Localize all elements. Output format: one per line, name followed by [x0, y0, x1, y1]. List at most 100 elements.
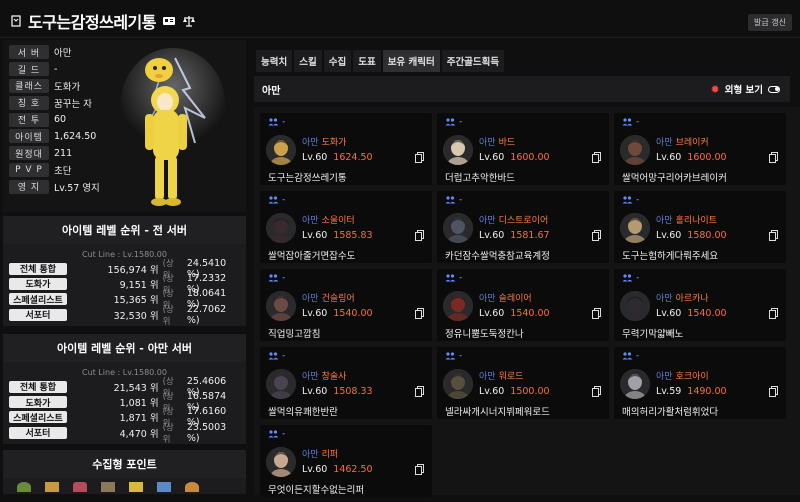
copy-icon[interactable]: [769, 386, 778, 397]
level-row: Lv.60 1580.00: [656, 230, 727, 241]
rank-panel-all-servers: 아이템 레벨 순위 - 전 서버 Cut Line : Lv.1580.00 전…: [3, 216, 246, 327]
card-class: 디스트로이어: [498, 216, 549, 226]
tab-item[interactable]: 주간골드획득: [441, 50, 505, 72]
leaf-icon[interactable]: [157, 482, 171, 493]
card-guild: -: [445, 117, 462, 127]
level-row: Lv.60 1462.50: [302, 464, 373, 475]
card-nickname: 넬라싸개시너지뷔페워로드: [445, 407, 550, 418]
island-icon[interactable]: [45, 482, 59, 493]
copy-icon[interactable]: [769, 308, 778, 319]
copy-icon[interactable]: [592, 308, 601, 319]
copy-icon[interactable]: [415, 230, 424, 241]
card-item-level: 1580.00: [687, 230, 727, 241]
card-item-level: 1600.00: [687, 152, 727, 163]
card-server: 아만: [302, 294, 319, 304]
copy-icon[interactable]: [769, 230, 778, 241]
tab-item[interactable]: 스킬: [294, 50, 322, 72]
tab-item[interactable]: 도표: [353, 50, 381, 72]
card-nickname: 카던잠수쌀먹충참교육계정: [445, 251, 550, 262]
character-card[interactable]: - 아만 바드 Lv.60 1600.00 더럽고추악한바드: [437, 113, 609, 185]
character-card[interactable]: - 아만 슬레이어 Lv.60 1540.00 정유니뿜도둑정칸나: [437, 269, 609, 341]
guild-name: -: [636, 351, 640, 361]
rank-value: 21,543 위: [113, 382, 159, 394]
profile-key: 칭 호: [9, 95, 49, 110]
guild-name: -: [282, 429, 286, 439]
profile-row: 클래스 도화가: [9, 78, 100, 95]
collect-points-panel: 수집형 포인트: [3, 450, 246, 496]
character-card[interactable]: - 아만 홀리나이트 Lv.60 1580.00 도구는험하게다뤄주세요: [614, 191, 786, 263]
bookmark-icon[interactable]: [10, 15, 22, 27]
people-icon: [445, 118, 456, 126]
rank-category: 전체 통합: [9, 262, 67, 275]
seed-icon[interactable]: [17, 482, 31, 493]
character-card[interactable]: - 아만 워로드 Lv.60 1500.00 넬라싸개시너지뷔페워로드: [437, 347, 609, 419]
character-card[interactable]: - 아만 창술사 Lv.60 1508.33 쌀먹의유쾌한반란: [260, 347, 432, 419]
card-guild: -: [445, 195, 462, 205]
card-guild: -: [268, 195, 285, 205]
card-guild: -: [268, 117, 285, 127]
rank-percent: 23.5003 %): [186, 421, 227, 444]
rank-category: 도화가: [9, 277, 67, 290]
profile-value: 1,624.50: [54, 130, 97, 142]
card-level: Lv.60: [656, 230, 682, 241]
character-card[interactable]: - 아만 소울이터 Lv.60 1585.83 쌀먹잡아줄거면잡수도: [260, 191, 432, 263]
rank-all-title: 아이템 레벨 순위 - 전 서버: [3, 216, 246, 244]
card-level: Lv.60: [302, 464, 328, 475]
copy-icon[interactable]: [415, 152, 424, 163]
guild-name: -: [282, 117, 286, 127]
copy-icon[interactable]: [592, 230, 601, 241]
medal-icon[interactable]: [185, 482, 199, 493]
card-level: Lv.59: [656, 386, 682, 397]
rank-server-title: 아이템 레벨 순위 - 아만 서버: [3, 334, 246, 363]
character-card[interactable]: - 아만 도화가 Lv.60 1624.50 도구는감정쓰레기통: [260, 113, 432, 185]
character-card[interactable]: - 아만 호크아이 Lv.59 1490.00 매의허리가활처럼휘었다: [614, 347, 786, 419]
copy-icon[interactable]: [592, 152, 601, 163]
character-avatar: [266, 291, 296, 321]
rank-category: 전체 통합: [9, 380, 67, 393]
card-guild: -: [445, 351, 462, 361]
rank-panel-server: 아이템 레벨 순위 - 아만 서버 Cut Line : Lv.1580.00 …: [3, 334, 246, 445]
rank-category: 스페셜리스트: [9, 411, 67, 424]
server-class: 아만 아르카나: [656, 291, 709, 304]
profile-key: 아이템: [9, 129, 49, 144]
copy-icon[interactable]: [415, 464, 424, 475]
heart-icon[interactable]: [73, 482, 87, 493]
collect-icons: [3, 478, 246, 496]
character-avatar: [443, 213, 473, 243]
art-icon[interactable]: [101, 482, 115, 493]
rank-row: 서포터 32,530 위 (상위 22.7062 %): [3, 304, 246, 327]
tab-item[interactable]: 능력치: [256, 50, 293, 72]
appearance-toggle[interactable]: ✹ 외형 보기: [711, 82, 780, 96]
id-card-icon[interactable]: [162, 15, 176, 27]
refresh-button[interactable]: 발급 갱신: [748, 14, 792, 31]
people-icon: [445, 196, 456, 204]
profile-key: 영 지: [9, 179, 49, 194]
copy-icon[interactable]: [592, 386, 601, 397]
character-card[interactable]: - 아만 디스트로이어 Lv.60 1581.67 카던잠수쌀먹충참교육계정: [437, 191, 609, 263]
character-card[interactable]: - 아만 아르카나 Lv.60 1540.00 무력기막얇빼노: [614, 269, 786, 341]
scale-icon[interactable]: [182, 15, 196, 27]
copy-icon[interactable]: [415, 386, 424, 397]
card-nickname: 쌀먹어망구리어카브레이커: [622, 173, 727, 184]
tab-item[interactable]: 수집: [323, 50, 352, 72]
card-guild: -: [622, 351, 639, 361]
copy-icon[interactable]: [415, 308, 424, 319]
tab-item[interactable]: 보유 캐릭터: [382, 50, 440, 72]
card-level: Lv.60: [302, 230, 328, 241]
card-nickname: 쌀먹의유쾌한반란: [268, 407, 338, 418]
card-server: 아만: [479, 372, 496, 382]
profile-value: 도화가: [54, 81, 81, 93]
character-name-title: 도구는감정쓰레기통: [28, 13, 156, 32]
character-card[interactable]: - 아만 건슬링어 Lv.60 1540.00 직업밍고깝침: [260, 269, 432, 341]
character-card[interactable]: - 아만 리퍼 Lv.60 1462.50 무엇이든지할수없는리퍼: [260, 425, 432, 497]
star-icon[interactable]: [129, 482, 143, 493]
toggle-switch[interactable]: [768, 85, 780, 93]
copy-icon[interactable]: [769, 152, 778, 163]
card-guild: -: [622, 195, 639, 205]
profile-key: 길 드: [9, 62, 49, 77]
people-icon: [622, 196, 633, 204]
profile-row: 길 드-: [9, 61, 100, 78]
character-card[interactable]: - 아만 브레이커 Lv.60 1600.00 쌀먹어망구리어카브레이커: [614, 113, 786, 185]
server-name: 아만: [262, 85, 281, 97]
rank-value: 15,365 위: [113, 295, 159, 307]
